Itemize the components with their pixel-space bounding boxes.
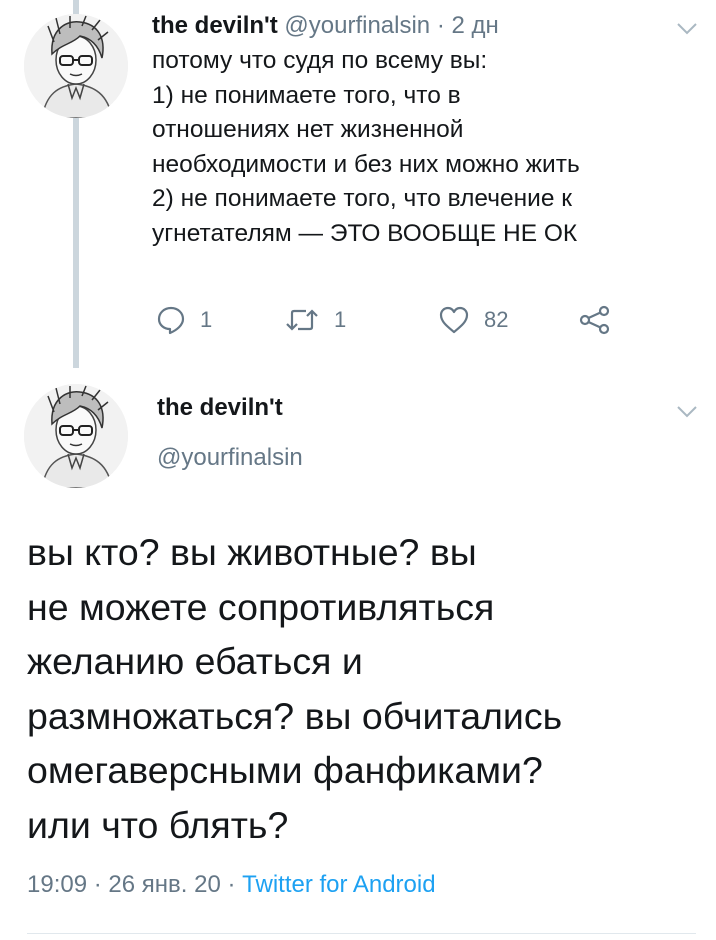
- chevron-down-icon[interactable]: [676, 405, 698, 419]
- tweet2-text: вы кто? вы животные? вы не можете сопрот…: [27, 525, 697, 852]
- tweet2-source-link[interactable]: Twitter for Android: [242, 871, 435, 898]
- tweet2-avatar[interactable]: [24, 384, 128, 488]
- tweet2-line: не можете сопротивляться: [27, 585, 495, 628]
- tweet1-line: потому что судя по всему вы:: [152, 47, 488, 74]
- meta-separator: ·: [227, 871, 236, 898]
- tweet2-handle[interactable]: @yourfinalsin: [157, 444, 303, 472]
- tweet1-author-name[interactable]: the deviln't: [152, 12, 278, 39]
- tweet2-meta: 19:09 · 26 янв. 20 · Twitter for Android: [27, 871, 436, 899]
- tweet1-line: необходимости и без них можно жить: [152, 150, 580, 178]
- reply-count: 1: [200, 307, 213, 332]
- tweet1-line: 1) не понимаете того, что в: [152, 81, 461, 109]
- tweet2-line: вы кто? вы животные? вы: [27, 531, 477, 573]
- tweet1-timestamp[interactable]: 2 дн: [452, 12, 499, 39]
- reply-button[interactable]: 1: [156, 300, 212, 340]
- tweet1-line: отношениях нет жизненной: [152, 116, 464, 143]
- share-button[interactable]: [578, 300, 612, 340]
- tweet1[interactable]: the deviln't @yourfinalsin · 2 дн потому…: [152, 8, 700, 251]
- meta-separator: ·: [93, 871, 102, 898]
- retweet-button[interactable]: 1: [284, 300, 346, 340]
- tweet1-line: 2) не понимаете того, что влечение к: [152, 185, 572, 212]
- like-button[interactable]: 82: [438, 300, 508, 340]
- tweet2-author-name[interactable]: the deviln't: [157, 394, 283, 422]
- tweet1-line: угнетателям — ЭТО ВООБЩЕ НЕ ОК: [152, 219, 578, 247]
- chevron-down-icon[interactable]: [676, 22, 698, 36]
- tweet1-handle[interactable]: @yourfinalsin: [284, 12, 430, 39]
- tweet1-avatar[interactable]: [24, 14, 128, 118]
- like-count: 82: [484, 307, 509, 332]
- tweet2-line: или что блять?: [27, 803, 289, 846]
- tweet1-actions: 1 1 82: [152, 300, 652, 340]
- tweet1-separator: ·: [436, 12, 445, 39]
- tweet2-time: 19:09: [27, 871, 88, 898]
- tweet1-text: потому что судя по всему вы: 1) не поним…: [152, 44, 700, 251]
- tweet2-date: 26 янв. 20: [108, 871, 221, 898]
- tweet1-header: the deviln't @yourfinalsin · 2 дн: [152, 8, 700, 44]
- tweet2-line: желанию ебаться и: [27, 640, 363, 682]
- divider: [27, 933, 696, 934]
- reply-icon: [157, 306, 185, 335]
- tweet2-line: омегаверсными фанфиками?: [27, 749, 543, 791]
- retweet-icon: [286, 309, 318, 331]
- retweet-count: 1: [334, 307, 347, 332]
- heart-icon: [439, 306, 469, 334]
- tweet2-line: размножаться? вы обчитались: [27, 694, 563, 737]
- share-icon: [579, 305, 610, 335]
